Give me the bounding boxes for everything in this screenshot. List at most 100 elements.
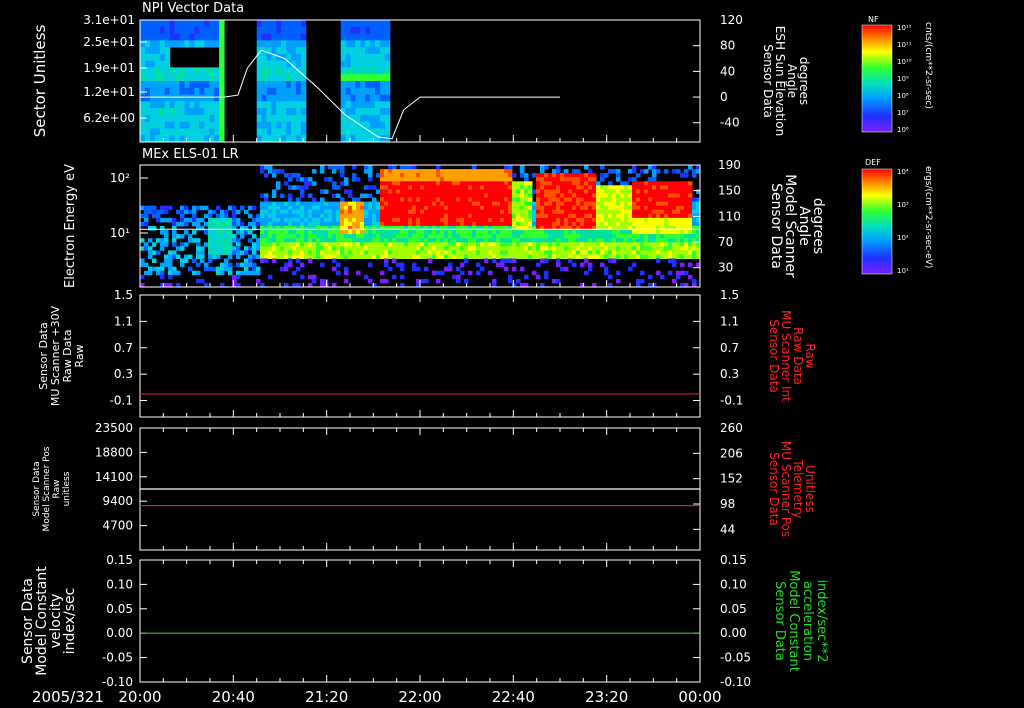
heatmap-cell bbox=[352, 246, 357, 251]
heatmap-cell bbox=[328, 165, 333, 170]
heatmap-cell bbox=[664, 217, 669, 223]
heatmap-cell bbox=[284, 238, 289, 243]
heatmap-cell bbox=[189, 128, 195, 136]
heatmap-cell bbox=[504, 201, 509, 207]
heatmap-cell bbox=[612, 221, 617, 227]
heatmap-cell bbox=[300, 185, 305, 190]
heatmap-cell bbox=[350, 67, 356, 75]
heatmap-cell bbox=[400, 177, 405, 182]
heatmap-cell bbox=[468, 197, 473, 202]
heatmap-cell bbox=[184, 33, 190, 41]
colorbar-tick: 10¹ bbox=[897, 267, 909, 275]
heatmap-cell bbox=[524, 242, 529, 247]
heatmap-cell bbox=[348, 217, 353, 223]
heatmap-cell bbox=[189, 26, 195, 34]
heatmap-cell bbox=[476, 234, 481, 239]
heatmap-cell bbox=[504, 177, 509, 182]
heatmap-cell bbox=[271, 33, 277, 41]
heatmap-cell bbox=[688, 246, 693, 251]
heatmap-cell bbox=[164, 20, 171, 28]
heatmap-cell bbox=[340, 250, 345, 255]
heatmap-cell bbox=[332, 201, 337, 207]
heatmap-cell bbox=[324, 213, 329, 219]
heatmap-cell bbox=[256, 121, 263, 129]
heatmap-cell bbox=[452, 185, 457, 190]
heatmap-cell bbox=[680, 193, 685, 198]
heatmap-cell bbox=[272, 193, 277, 198]
heatmap-cell bbox=[296, 226, 301, 231]
heatmap-cell bbox=[404, 189, 409, 194]
heatmap-cell bbox=[320, 197, 325, 202]
heatmap-cell bbox=[544, 177, 549, 182]
heatmap-cell bbox=[214, 101, 220, 109]
heatmap-cell bbox=[356, 213, 361, 219]
heatmap-cell bbox=[388, 250, 393, 255]
heatmap-cell bbox=[652, 165, 657, 170]
heatmap-cell bbox=[260, 209, 265, 215]
heatmap-cell bbox=[504, 266, 509, 272]
heatmap-cell bbox=[219, 114, 225, 123]
heatmap-cell bbox=[424, 205, 429, 211]
heatmap-cell bbox=[572, 217, 577, 223]
heatmap-cell bbox=[214, 40, 220, 48]
heatmap-cell bbox=[568, 254, 573, 259]
heatmap-cell bbox=[424, 193, 429, 198]
heatmap-cell bbox=[504, 193, 509, 198]
heatmap-cell bbox=[432, 177, 437, 182]
heatmap-cell bbox=[436, 201, 441, 207]
heatmap-cell bbox=[452, 205, 457, 211]
heatmap-cell bbox=[688, 274, 693, 280]
heatmap-cell bbox=[428, 234, 433, 239]
heatmap-cell bbox=[199, 40, 205, 48]
heatmap-cell bbox=[476, 209, 481, 215]
heatmap-cell bbox=[560, 221, 565, 227]
heatmap-cell bbox=[169, 40, 176, 48]
heatmap-cell bbox=[300, 47, 307, 55]
heatmap-cell bbox=[412, 246, 417, 251]
heatmap-cell bbox=[484, 221, 489, 227]
heatmap-cell bbox=[612, 250, 617, 255]
heatmap-cell bbox=[576, 169, 581, 174]
heatmap-cell bbox=[184, 254, 189, 259]
heatmap-cell bbox=[375, 81, 381, 89]
heatmap-cell bbox=[680, 205, 685, 211]
heatmap-cell bbox=[228, 270, 233, 276]
heatmap-cell bbox=[372, 221, 377, 227]
heatmap-cell bbox=[664, 213, 669, 219]
heatmap-cell bbox=[672, 242, 677, 247]
heatmap-cell bbox=[604, 230, 609, 235]
heatmap-cell bbox=[400, 185, 405, 190]
heatmap-cell bbox=[688, 234, 693, 239]
heatmap-cell bbox=[204, 121, 210, 129]
heatmap-cell bbox=[496, 201, 501, 207]
heatmap-cell bbox=[412, 230, 417, 235]
heatmap-cell bbox=[350, 20, 356, 28]
heatmap-cell bbox=[688, 238, 693, 243]
heatmap-cell bbox=[154, 47, 161, 55]
heatmap-cell bbox=[692, 173, 697, 178]
heatmap-cell bbox=[300, 246, 305, 251]
heatmap-cell bbox=[568, 258, 573, 263]
right-tick-label: 120 bbox=[720, 13, 743, 27]
heatmap-cell bbox=[375, 114, 381, 123]
heatmap-cell bbox=[332, 169, 337, 174]
heatmap-cell bbox=[444, 217, 449, 223]
heatmap-cell bbox=[580, 217, 585, 223]
y-axis-label: Sector Unitless bbox=[31, 25, 49, 138]
heatmap-cell bbox=[288, 250, 293, 255]
heatmap-cell bbox=[580, 185, 585, 190]
heatmap-cell bbox=[576, 221, 581, 227]
heatmap-cell bbox=[276, 238, 281, 243]
heatmap-cell bbox=[604, 250, 609, 255]
heatmap-cell bbox=[291, 94, 297, 102]
heatmap-cell bbox=[636, 213, 641, 219]
heatmap-cell bbox=[200, 278, 205, 284]
heatmap-cell bbox=[416, 250, 421, 255]
heatmap-cell bbox=[496, 193, 501, 198]
heatmap-cell bbox=[296, 217, 301, 223]
heatmap-cell bbox=[408, 217, 413, 223]
heatmap-cell bbox=[676, 197, 681, 202]
heatmap-cell bbox=[420, 209, 425, 215]
heatmap-cell bbox=[281, 87, 287, 95]
heatmap-cell bbox=[420, 193, 425, 198]
